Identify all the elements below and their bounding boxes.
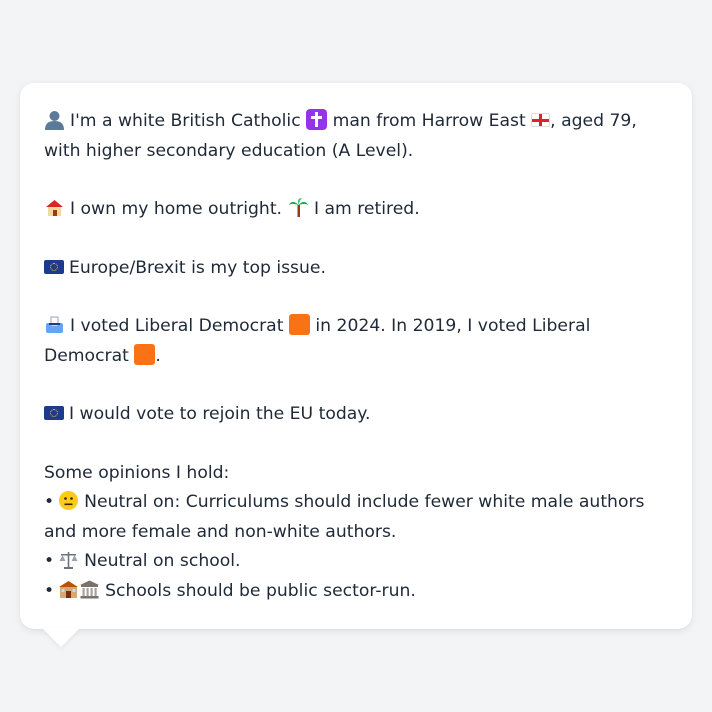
house-icon	[44, 197, 65, 218]
eu-flag-icon	[44, 406, 64, 420]
opinion-text: Neutral on school.	[84, 551, 241, 571]
opinions-heading: Some opinions I hold:	[44, 462, 230, 483]
opinion-text: Neutral on: Curriculums should include f…	[44, 492, 645, 542]
bullet: •	[44, 551, 55, 571]
vote-paragraph: I voted Liberal Democrat in 2024. In 201…	[44, 312, 668, 371]
palm-tree-icon	[288, 197, 309, 218]
person-silhouette-icon	[44, 109, 65, 130]
message-content: I'm a white British Catholic man from Ha…	[44, 107, 668, 606]
home-paragraph: I own my home outright. I am retired.	[44, 195, 668, 225]
bullet: •	[44, 492, 55, 512]
home-text-2: I am retired.	[313, 199, 420, 219]
issue-paragraph: Europe/Brexit is my top issue.	[44, 254, 668, 284]
classical-building-icon	[79, 579, 100, 600]
vote-text-3: .	[155, 345, 161, 366]
orange-square-icon	[288, 314, 310, 335]
opinion-item: • Neutral on school.	[44, 547, 668, 577]
opinion-text: Schools should be public sector-run.	[105, 580, 416, 601]
orange-square-icon	[134, 343, 156, 365]
eu-paragraph: I would vote to rejoin the EU today.	[44, 400, 668, 430]
home-text-1: I own my home outright.	[70, 199, 283, 219]
bubble-tail	[42, 628, 80, 647]
bullet: •	[44, 580, 55, 601]
eu-flag-icon	[44, 259, 64, 274]
school-icon	[58, 579, 79, 600]
ballot-box-icon	[44, 314, 65, 335]
issue-text: Europe/Brexit is my top issue.	[69, 257, 326, 278]
intro-paragraph: I'm a white British Catholic man from Ha…	[44, 107, 668, 166]
eu-text: I would vote to rejoin the EU today.	[69, 404, 371, 424]
vote-text-1: I voted Liberal Democrat	[70, 316, 284, 336]
opinion-item: • Neutral on: Curriculums should include…	[44, 488, 668, 547]
england-flag-icon	[531, 113, 551, 127]
message-bubble: I'm a white British Catholic man from Ha…	[20, 83, 692, 629]
neutral-face-icon	[58, 490, 79, 511]
intro-text-2: man from Harrow East	[332, 111, 526, 131]
intro-text-1: I'm a white British Catholic	[70, 111, 301, 131]
balance-scale-icon	[58, 549, 79, 570]
opinion-item: • Schools should be public sector-run.	[44, 577, 668, 607]
latin-cross-icon	[306, 109, 328, 130]
